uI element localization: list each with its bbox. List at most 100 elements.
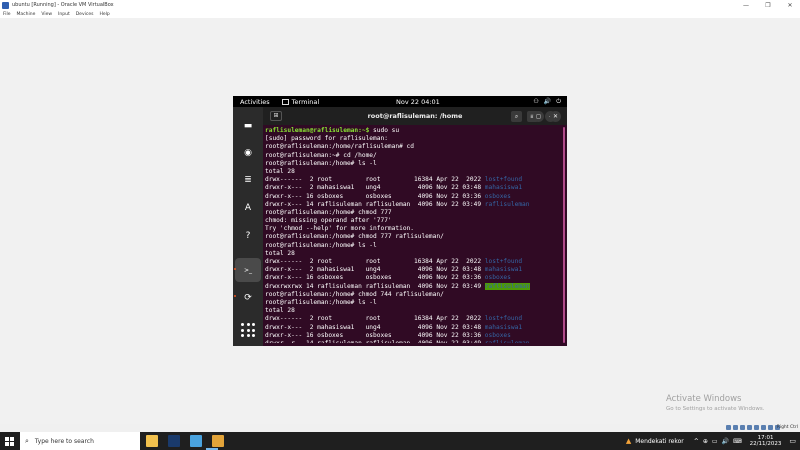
terminal-text: drwx------ 2 root root 16384 Apr 22 2022 [265,315,485,323]
new-tab-icon[interactable]: ⊞ [270,111,282,121]
weather-text[interactable]: Mendekati rekor [635,438,684,445]
terminal-line: drwxr-x--- 14 raflisuleman raflisuleman … [265,201,561,209]
hdd-icon [726,425,731,430]
terminal-icon[interactable]: >_ [239,261,257,279]
terminal-text: drwxrwxrwx 14 raflisuleman raflisuleman … [265,282,485,290]
terminal-text: root@raflisuleman:/home# chmod 777 rafli… [265,233,444,241]
terminal-text: root@raflisuleman:/home/raflisuleman# cd [265,143,415,151]
terminal-text: drwxr-x--- 16 osboxes osboxes 4096 Nov 2… [265,192,485,200]
ubuntu-guest-screen[interactable]: Activities Terminal Nov 22 04:01 ⚇ 🔊 ⏻ ▬… [233,96,567,346]
virtualbox-titlebar: ubuntu [Running] - Oracle VM VirtualBox … [0,0,800,10]
device-status-icons[interactable] [726,425,780,430]
window-controls: — ❐ ✕ [742,0,794,10]
directory-name: osboxes [484,192,511,200]
close-icon[interactable]: ✕ [786,2,794,9]
directory-name: mahasiswa1 [484,184,523,192]
terminal-line: raflisuleman@raflisuleman:~$ sudo su [265,127,561,135]
files-icon[interactable]: ▬ [239,117,257,135]
rhythmbox-icon[interactable]: ◉ [239,144,257,162]
taskbar-clock[interactable]: 17:01 22/11/2023 [750,435,782,447]
terminal-line: drwxr-x--- 16 osboxes osboxes 4096 Nov 2… [265,193,561,201]
search-icon[interactable]: ⌕ [511,111,522,122]
terminal-app-icon [281,98,289,105]
directory-name: raflisuleman [484,282,530,290]
help-icon[interactable]: ? [239,227,257,245]
menu-devices[interactable]: Devices [76,12,94,17]
system-status-area[interactable]: ⚇ 🔊 ⏻ [533,98,561,106]
weather-icon[interactable]: ▲ [626,437,631,445]
terminal-line: total 28 [265,307,561,315]
terminal-text: root@raflisuleman:/home# ls -l [265,159,377,167]
terminal-text: drwxr-x--- 2 mahasiswa1 ung4 4096 Nov 22… [265,266,485,274]
software-updater-icon[interactable]: ⟳ [239,289,257,307]
terminal-text: drwxr-x--- 16 osboxes osboxes 4096 Nov 2… [265,274,485,282]
terminal-scrollbar[interactable] [563,127,565,343]
terminal-text: drwxr--r-- 14 raflisuleman raflisuleman … [265,340,485,343]
terminal-line: drwxr-x--- 2 mahasiswa1 ung4 4096 Nov 22… [265,266,561,274]
terminal-line: total 28 [265,168,561,176]
terminal-output[interactable]: raflisuleman@raflisuleman:~$ sudo su [sud… [265,127,561,343]
notification-icon[interactable]: ▭ [789,437,796,445]
network-icon [747,425,752,430]
terminal-text: [sudo] password for raflisuleman: [265,135,388,143]
terminal-text: total 28 [265,307,295,315]
terminal-text: drwx------ 2 root root 16384 Apr 22 2022 [265,176,485,184]
directory-name: raflisuleman [485,340,530,343]
terminal-line: root@raflisuleman:/home# chmod 744 rafli… [265,291,561,299]
file-explorer-icon[interactable] [146,435,158,447]
paint-icon[interactable] [212,435,224,447]
windows-logo-icon [4,436,14,446]
volume-icon: 🔊 [543,97,552,105]
restore-icon[interactable]: ❐ [764,2,772,9]
virtualbox-taskbar-icon[interactable] [190,435,202,447]
terminal-text: drwx------ 2 root root 16384 Apr 22 2022 [265,258,485,265]
terminal-text: root@raflisuleman:/home# ls -l [265,298,377,306]
menu-file[interactable]: File [3,12,11,17]
terminal-line: drwx------ 2 root root 16384 Apr 22 2022… [265,176,561,184]
libreoffice-writer-icon[interactable]: ≣ [239,171,257,189]
dock-running-dot [234,295,236,297]
menu-input[interactable]: Input [58,12,70,17]
speaker-icon[interactable]: 🔊 [722,438,729,445]
minimize-icon[interactable]: — [742,2,750,9]
taskbar-search-box[interactable]: ⌕ Type here to search [20,432,140,450]
display-icon [768,425,773,430]
terminal-line: drwxr-x--- 16 osboxes osboxes 4096 Nov 2… [265,332,561,340]
system-tray: ▲ Mendekati rekor ^ ⊕ ▭ 🔊 ⌨ 17:01 22/11/… [626,432,800,450]
ubuntu-software-icon[interactable]: A [239,199,257,217]
shell-prompt: raflisuleman@raflisuleman:~$ [265,127,370,134]
terminal-line: root@raflisuleman:~# cd /home/ [265,152,561,160]
directory-name: lost+found [484,315,523,323]
network-icon: ⚇ [533,97,539,105]
dock-running-dot [234,268,236,270]
terminal-text: drwxr-x--- 2 mahasiswa1 ung4 4096 Nov 22… [265,184,485,192]
terminal-maximize-icon[interactable]: ◻ [533,111,544,122]
terminal-window[interactable]: ⊞ root@raflisuleman: /home ⌕ ≡ – raflisu… [263,107,567,346]
menu-view[interactable]: View [41,12,52,17]
app-menu-terminal[interactable]: Terminal [292,98,319,106]
show-applications-icon[interactable] [241,323,255,337]
start-button[interactable] [0,432,18,450]
activities-button[interactable]: Activities [240,98,270,106]
terminal-line: drwx------ 2 root root 16384 Apr 22 2022… [265,315,561,323]
shared-folder-icon [761,425,766,430]
battery-icon[interactable]: ▭ [712,438,718,445]
activation-title: Activate Windows [666,394,742,404]
virtualbox-menubar: File Machine View Input Devices Help [0,10,800,18]
photoshop-icon[interactable] [168,435,180,447]
terminal-close-icon[interactable]: ✕ [550,111,561,122]
keyboard-icon[interactable]: ⌨ [733,438,742,445]
gnome-top-bar: Activities Terminal Nov 22 04:01 ⚇ 🔊 ⏻ [233,96,567,107]
terminal-text: root@raflisuleman:~# cd /home/ [265,151,377,159]
taskbar-pinned-apps [146,435,224,447]
terminal-line: chmod: missing operand after '777' [265,217,561,225]
virtualbox-statusbar: Right Ctrl [0,424,800,432]
update-icon[interactable]: ⊕ [703,438,708,445]
show-hidden-icons[interactable]: ^ [694,438,699,445]
directory-name: lost+found [484,258,523,265]
menu-help[interactable]: Help [99,12,109,17]
terminal-line: root@raflisuleman:/home# ls -l [265,160,561,168]
menu-machine[interactable]: Machine [17,12,36,17]
terminal-line: drwxr-x--- 16 osboxes osboxes 4096 Nov 2… [265,274,561,282]
gnome-clock[interactable]: Nov 22 04:01 [396,98,440,106]
